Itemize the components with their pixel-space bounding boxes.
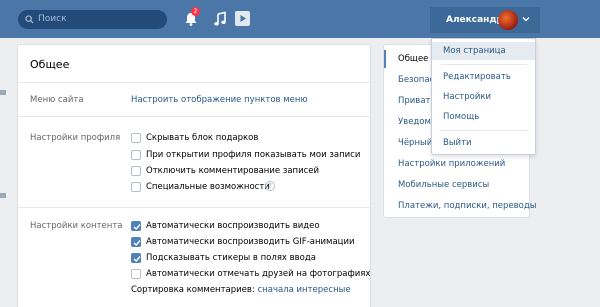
notification-badge: 2 — [191, 7, 200, 16]
comment-sort-label: Сортировка комментариев: — [131, 285, 255, 295]
menu-item-label: Редактировать — [443, 72, 511, 82]
checkmark-icon — [133, 256, 141, 263]
checkbox[interactable] — [131, 166, 141, 176]
option-label: Скрывать блок подарков — [146, 133, 259, 143]
checkmark-icon — [133, 240, 141, 247]
menu-item-my-page[interactable]: Моя страница — [432, 42, 535, 60]
checkbox-checked[interactable] — [131, 221, 141, 231]
configure-menu-link[interactable]: Настроить отображение пунктов меню — [131, 95, 308, 105]
option-label: Отключить комментирование записей — [146, 166, 320, 176]
menu-item-label: Настройки — [443, 92, 492, 102]
comment-sort-value[interactable]: сначала интересные — [258, 285, 351, 295]
divider — [18, 207, 370, 208]
chevron-down-icon — [522, 17, 530, 22]
user-dropdown: Моя страница Редактировать Настройки Пом… — [431, 38, 536, 155]
side-marker — [0, 90, 6, 95]
top-bar: Поиск 2 Александра — [0, 0, 600, 38]
divider — [18, 82, 370, 83]
nav-item-label: Платежи, подписки, переводы — [398, 201, 537, 211]
checkbox-checked[interactable] — [131, 253, 141, 263]
checkmark-icon — [133, 224, 141, 231]
nav-item-label: Общее — [398, 54, 429, 64]
menu-item-help[interactable]: Помощь — [432, 108, 535, 126]
help-icon[interactable]: ? — [265, 181, 275, 191]
page-title: Общее — [30, 58, 70, 71]
nav-item-label: Настройки приложений — [398, 159, 506, 169]
menu-item-edit[interactable]: Редактировать — [432, 68, 535, 86]
avatar — [498, 10, 518, 30]
notifications-button[interactable]: 2 — [184, 7, 200, 27]
divider — [441, 130, 527, 131]
checkbox[interactable] — [131, 133, 141, 143]
checkbox[interactable] — [131, 182, 141, 192]
option-label: Автоматически воспроизводить видео — [146, 221, 320, 231]
checkbox-checked[interactable] — [131, 237, 141, 247]
user-menu-button[interactable]: Александра — [430, 7, 540, 33]
menu-item-logout[interactable]: Выйти — [432, 134, 535, 152]
menu-item-label: Помощь — [443, 112, 480, 122]
play-icon — [240, 15, 246, 22]
nav-item-apps[interactable]: Настройки приложений — [384, 153, 529, 175]
settings-card: Общее Меню сайта Настроить отображение п… — [17, 44, 371, 307]
option-label: Автоматически воспроизводить GIF-анимаци… — [146, 237, 355, 247]
checkbox[interactable] — [131, 269, 141, 279]
option-label: Автоматически отмечать друзей на фотогра… — [146, 269, 371, 279]
site-menu-label: Меню сайта — [30, 95, 84, 105]
menu-item-settings[interactable]: Настройки — [432, 88, 535, 106]
nav-item-label: Мобильные сервисы — [398, 180, 490, 190]
checkbox[interactable] — [131, 150, 141, 160]
side-marker — [0, 193, 6, 198]
comment-sort: Сортировка комментариев: сначала интерес… — [131, 285, 351, 295]
music-button[interactable] — [213, 11, 227, 27]
option-label: При открытии профиля показывать мои запи… — [146, 150, 361, 160]
content-settings-label: Настройки контента — [30, 221, 123, 231]
search-placeholder: Поиск — [38, 14, 67, 24]
search-icon — [25, 15, 34, 24]
option-label: Специальные возможности — [146, 182, 270, 192]
option-label: Подсказывать стикеры в полях ввода — [146, 253, 316, 263]
nav-item-payments[interactable]: Платежи, подписки, переводы — [384, 195, 536, 217]
divider — [441, 64, 527, 65]
music-note-icon — [214, 11, 226, 26]
menu-item-label: Выйти — [443, 138, 472, 148]
profile-settings-label: Настройки профиля — [30, 133, 121, 143]
video-button[interactable] — [235, 11, 250, 26]
menu-item-label: Моя страница — [443, 46, 506, 56]
divider — [18, 116, 370, 117]
nav-item-mobile[interactable]: Мобильные сервисы — [384, 174, 529, 196]
search-field[interactable]: Поиск — [18, 10, 167, 29]
